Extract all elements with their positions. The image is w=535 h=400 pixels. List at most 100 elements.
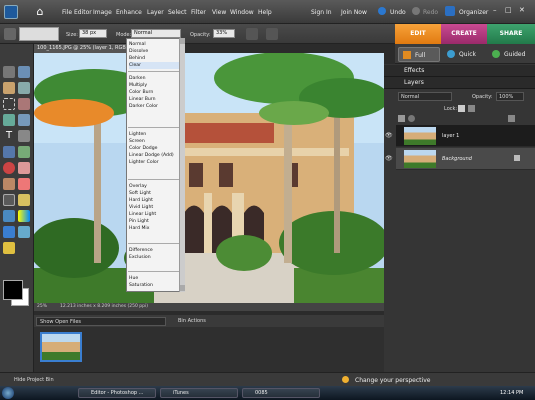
guided-edit-button[interactable]: Guided	[488, 47, 532, 62]
size-field[interactable]: 38 px	[79, 29, 107, 38]
opacity-field[interactable]: 33%	[213, 29, 235, 38]
mode-select[interactable]: Normal	[131, 29, 181, 38]
blend-linear-light[interactable]: Linear Light	[129, 211, 179, 218]
redo-icon[interactable]	[412, 7, 420, 15]
show-open-files-select[interactable]: Show Open Files	[36, 317, 166, 326]
paint-bucket-tool-icon[interactable]	[3, 210, 15, 222]
blend-normal[interactable]: Normal	[129, 41, 179, 48]
close-icon[interactable]: ✕	[519, 6, 525, 14]
blend-soft-light[interactable]: Soft Light	[129, 190, 179, 197]
layer-row-layer1[interactable]: 👁 layer 1	[385, 125, 535, 147]
menu-view[interactable]: View	[212, 9, 226, 16]
blend-clear[interactable]: Clear	[129, 62, 179, 69]
taskbar-folder[interactable]: 0085	[242, 388, 320, 398]
blend-darker-color[interactable]: Darker Color	[129, 103, 179, 110]
dropdown-scrollbar[interactable]	[179, 38, 185, 292]
gradient-tool-icon[interactable]	[18, 210, 30, 222]
crop-tool-icon[interactable]	[18, 130, 30, 142]
lock-transparency-icon[interactable]	[458, 105, 465, 112]
eyedropper-tool-icon[interactable]	[18, 82, 30, 94]
marquee-tool-icon[interactable]	[3, 98, 15, 110]
clone-stamp-tool-icon[interactable]	[3, 178, 15, 190]
lock-all-icon[interactable]	[468, 105, 475, 112]
menu-image[interactable]: Image	[93, 9, 112, 16]
blend-hue[interactable]: Hue	[129, 275, 179, 282]
quick-fix-button[interactable]: Quick	[443, 47, 485, 62]
organizer-icon[interactable]	[445, 6, 455, 16]
bin-actions-menu[interactable]: Bin Actions	[178, 318, 206, 324]
shape-tool-icon[interactable]	[3, 226, 15, 238]
red-eye-tool-icon[interactable]	[3, 162, 15, 174]
scroll-up-icon[interactable]	[180, 38, 185, 44]
blend-saturation[interactable]: Saturation	[129, 282, 179, 289]
magic-wand-tool-icon[interactable]	[3, 114, 15, 126]
delete-layer-icon[interactable]	[508, 115, 515, 122]
menu-enhance[interactable]: Enhance	[116, 9, 142, 16]
menu-layer[interactable]: Layer	[147, 9, 164, 16]
blend-screen[interactable]: Screen	[129, 138, 179, 145]
blend-pin-light[interactable]: Pin Light	[129, 218, 179, 225]
taskbar-itunes[interactable]: iTunes	[160, 388, 238, 398]
eraser-tool-icon[interactable]	[18, 178, 30, 190]
bin-thumbnail[interactable]	[40, 332, 82, 362]
blend-linear-dodge[interactable]: Linear Dodge (Add)	[129, 152, 179, 159]
blend-lighten[interactable]: Lighten	[129, 131, 179, 138]
join-now-link[interactable]: Join Now	[341, 9, 367, 16]
tab-create[interactable]: CREATE	[441, 24, 487, 44]
undo-icon[interactable]	[378, 7, 386, 15]
blend-multiply[interactable]: Multiply	[129, 82, 179, 89]
type-tool-icon[interactable]: T	[3, 130, 15, 142]
blend-overlay[interactable]: Overlay	[129, 183, 179, 190]
zoom-tool-icon[interactable]	[18, 66, 30, 78]
blend-lighter-color[interactable]: Lighter Color	[129, 159, 179, 166]
blend-color-burn[interactable]: Color Burn	[129, 89, 179, 96]
new-layer-icon[interactable]	[398, 115, 405, 122]
sponge-tool-icon[interactable]	[3, 242, 15, 254]
straighten-tool-icon[interactable]	[18, 146, 30, 158]
undo-button[interactable]: Undo	[390, 9, 406, 16]
layer-blend-select[interactable]: Normal	[398, 92, 452, 101]
layer-row-background[interactable]: 👁 Background	[385, 148, 535, 170]
healing-brush-tool-icon[interactable]	[18, 162, 30, 174]
menu-editor[interactable]: Editor	[74, 9, 92, 16]
blend-hard-mix[interactable]: Hard Mix	[129, 225, 179, 232]
tab-edit[interactable]: EDIT	[395, 24, 441, 44]
airbrush-icon[interactable]	[246, 28, 258, 40]
layers-panel-header[interactable]: Layers	[384, 77, 535, 89]
move-tool-icon[interactable]	[3, 66, 15, 78]
start-button-icon[interactable]	[2, 387, 14, 399]
brush-tool-icon-active[interactable]	[3, 194, 15, 206]
menu-window[interactable]: Window	[230, 9, 254, 16]
hand-tool-icon[interactable]	[3, 82, 15, 94]
tab-share[interactable]: SHARE	[487, 24, 535, 44]
minimize-icon[interactable]: –	[493, 6, 497, 14]
blend-exclusion[interactable]: Exclusion	[129, 254, 179, 261]
sign-in-link[interactable]: Sign In	[311, 9, 332, 16]
blend-linear-burn[interactable]: Linear Burn	[129, 96, 179, 103]
blend-dissolve[interactable]: Dissolve	[129, 48, 179, 55]
effects-panel-header[interactable]: Effects	[384, 65, 535, 77]
menu-select[interactable]: Select	[168, 9, 187, 16]
taskbar-photoshop[interactable]: Editor - Photoshop ...	[78, 388, 156, 398]
cookie-cutter-tool-icon[interactable]	[3, 146, 15, 158]
menu-help[interactable]: Help	[258, 9, 272, 16]
blur-tool-icon[interactable]	[18, 226, 30, 238]
menu-filter[interactable]: Filter	[191, 9, 206, 16]
quick-selection-tool-icon[interactable]	[18, 114, 30, 126]
home-icon[interactable]: ⌂	[34, 6, 46, 18]
full-edit-button[interactable]: Full	[398, 47, 440, 62]
brush-preview[interactable]	[19, 27, 59, 41]
lasso-tool-icon[interactable]	[18, 98, 30, 110]
layer-visibility-eye-icon[interactable]: 👁	[385, 132, 393, 139]
adjustment-layer-icon[interactable]	[408, 115, 415, 122]
blend-behind[interactable]: Behind	[129, 55, 179, 62]
layer-visibility-eye-icon[interactable]: 👁	[385, 155, 393, 162]
organizer-button[interactable]: Organizer	[459, 9, 488, 16]
restore-icon[interactable]: □	[505, 6, 512, 14]
document-canvas[interactable]	[34, 53, 384, 303]
scroll-down-icon[interactable]	[180, 285, 185, 291]
blend-difference[interactable]: Difference	[129, 247, 179, 254]
menu-file[interactable]: File	[62, 9, 72, 16]
blend-darken[interactable]: Darken	[129, 75, 179, 82]
blend-vivid-light[interactable]: Vivid Light	[129, 204, 179, 211]
